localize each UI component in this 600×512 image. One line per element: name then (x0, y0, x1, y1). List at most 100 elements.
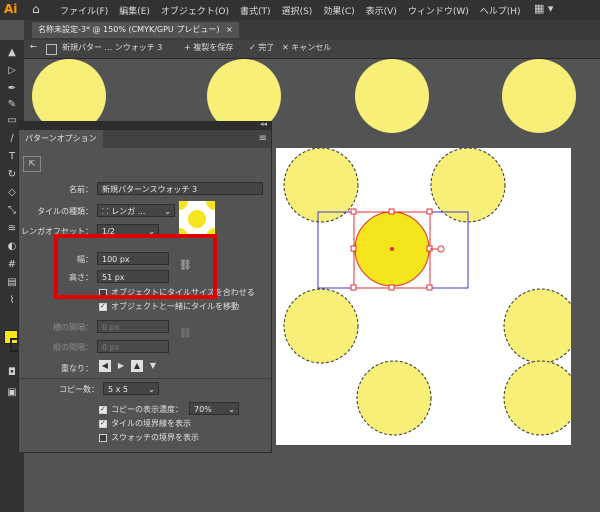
brush-tool-icon[interactable]: ∕ (5, 132, 19, 146)
pen-tool-icon[interactable]: ✒ (5, 82, 19, 96)
close-icon[interactable]: × (226, 25, 233, 34)
overlap-left-icon[interactable]: ◀ (99, 360, 111, 372)
chevron-down-icon: ⌄ (148, 385, 155, 394)
selection-tool-icon[interactable]: ▲ (5, 46, 19, 60)
resize-handle[interactable] (350, 208, 357, 215)
pattern-copy-circle (502, 59, 576, 133)
menu-edit[interactable]: 編集(E) (119, 4, 150, 17)
tab-pattern-options[interactable]: パターンオプション (19, 130, 103, 148)
pattern-copy-circle (283, 148, 359, 223)
chevron-down-icon: ⌄ (164, 207, 171, 216)
type-tool-icon[interactable]: T (5, 150, 19, 164)
menu-file[interactable]: ファイル(F) (60, 4, 108, 17)
copies-value: 5 x 5 (108, 385, 128, 394)
rotate-handle[interactable] (437, 245, 445, 253)
v-spacing-input[interactable]: 0 px (97, 340, 169, 353)
grid-icon[interactable]: ▦ ▾ (534, 2, 553, 15)
divider (19, 378, 271, 379)
pattern-edit-bar: ← 新規パター ... ンウォッチ 3 + 複製を保存 ✓ 完了 ✕ キャンセル (24, 40, 600, 59)
menu-bar: Ai ⌂ ファイル(F) 編集(E) オブジェクト(O) 書式(T) 選択(S)… (0, 0, 600, 20)
dim-copies-checkbox[interactable] (99, 405, 107, 414)
done-button[interactable]: ✓ 完了 (249, 42, 274, 53)
home-icon[interactable]: ⌂ (32, 2, 40, 16)
copies-select[interactable]: 5 x 5 ⌄ (103, 382, 159, 395)
annotation-highlight (54, 234, 217, 299)
rotate-tool-icon[interactable]: ↻ (5, 168, 19, 182)
move-tile-checkbox[interactable] (99, 302, 107, 311)
eyedropper-tool-icon[interactable]: ⌇ (5, 294, 19, 308)
width-tool-icon[interactable]: ≋ (5, 222, 19, 236)
resize-handle[interactable] (388, 208, 395, 215)
copies-label: コピー数： (59, 385, 99, 394)
pattern-copy-circle (503, 360, 571, 436)
overlap-bottom-icon[interactable]: ▼ (147, 360, 159, 372)
document-tab[interactable]: 名称未設定-3* @ 150% (CMYK/GPU プレビュー) × (32, 22, 239, 38)
dim-copies-value: 70% (194, 405, 212, 414)
menu-help[interactable]: ヘルプ(H) (480, 4, 521, 17)
pattern-copy-circle (355, 59, 429, 133)
menu-effect[interactable]: 効果(C) (323, 4, 354, 17)
panel-title: パターンオプション (25, 134, 97, 143)
scale-tool-icon[interactable]: ⤡ (5, 204, 19, 218)
menu-select[interactable]: 選択(S) (282, 4, 313, 17)
move-tile-label: オブジェクトと一緒にタイルを移動 (111, 302, 239, 311)
draw-mode-icon[interactable]: ◘ (5, 366, 19, 380)
show-swatch-bounds-checkbox[interactable] (99, 434, 107, 442)
pattern-swatch-icon (46, 44, 57, 55)
mesh-tool-icon[interactable]: # (5, 258, 19, 272)
menu-window[interactable]: ウィンドウ(W) (408, 4, 469, 17)
main-menu: ファイル(F) 編集(E) オブジェクト(O) 書式(T) 選択(S) 効果(C… (60, 4, 521, 17)
h-spacing-input[interactable]: 0 px (97, 320, 169, 333)
save-copy-button[interactable]: + 複製を保存 (184, 42, 233, 53)
overlap-label: 重なり： (61, 364, 93, 373)
cancel-button[interactable]: ✕ キャンセル (282, 42, 331, 53)
menu-view[interactable]: 表示(V) (366, 4, 397, 17)
rectangle-tool-icon[interactable]: ▭ (5, 114, 19, 128)
menu-type[interactable]: 書式(T) (240, 4, 271, 17)
pattern-copy-circle (283, 288, 359, 364)
eraser-tool-icon[interactable]: ◇ (5, 186, 19, 200)
resize-handle[interactable] (350, 284, 357, 291)
pattern-tile-area[interactable] (276, 148, 571, 445)
gradient-tool-icon[interactable]: ▤ (5, 276, 19, 290)
dim-copies-label: コピーの表示濃度： (111, 405, 183, 414)
name-label: 名前： (69, 185, 93, 194)
h-spacing-label: 横の間隔： (53, 323, 93, 332)
document-tab-bar: 名称未設定-3* @ 150% (CMYK/GPU プレビュー) × (24, 20, 600, 40)
show-swatch-bounds-label: スウォッチの境界を表示 (111, 433, 199, 442)
chevron-down-icon: ⌄ (228, 405, 235, 414)
overlap-right-icon[interactable]: ▶ (115, 360, 127, 372)
menu-object[interactable]: オブジェクト(O) (161, 4, 229, 17)
resize-handle[interactable] (426, 284, 433, 291)
screen-mode-icon[interactable]: ▣ (5, 386, 19, 400)
direct-selection-tool-icon[interactable]: ▷ (5, 64, 19, 78)
panel-menu-icon[interactable]: ≡ (259, 133, 267, 144)
v-spacing-label: 縦の間隔： (53, 343, 93, 352)
resize-handle[interactable] (426, 208, 433, 215)
collapse-icon[interactable]: ◂◂ (260, 120, 267, 128)
center-point (390, 247, 394, 251)
tile-type-select[interactable]: ⸬ レンガ ... ⌄ (97, 204, 175, 217)
app-logo: Ai (4, 2, 18, 16)
link-spacing-icon[interactable]: ⛓ (179, 328, 192, 339)
name-input[interactable]: 新規パターンスウォッチ 3 (97, 182, 263, 195)
shape-builder-tool-icon[interactable]: ◐ (5, 240, 19, 254)
panel-tab-row: パターンオプション ≡ (19, 130, 271, 148)
overlap-top-icon[interactable]: ▲ (131, 360, 143, 372)
tile-tool-icon[interactable]: ⇱ (23, 156, 41, 172)
tile-preview (179, 201, 215, 237)
panel-header[interactable]: ◂◂ (19, 120, 271, 130)
tile-type-label: タイルの種類： (37, 207, 93, 216)
show-tile-edge-checkbox[interactable] (99, 419, 107, 428)
curvature-tool-icon[interactable]: ✎ (5, 98, 19, 112)
overlap-buttons: ◀ ▶ ▲ ▼ (99, 360, 159, 372)
back-arrow-icon[interactable]: ← (30, 42, 37, 51)
pattern-copy-circle (356, 360, 432, 436)
document-tab-title: 名称未設定-3* @ 150% (CMYK/GPU プレビュー) (38, 25, 220, 34)
pattern-name-label: 新規パター ... ンウォッチ 3 (62, 43, 163, 52)
resize-handle[interactable] (350, 245, 357, 252)
dim-copies-select[interactable]: 70% ⌄ (189, 402, 239, 415)
brick-tile-icon: ⸬ (102, 207, 112, 216)
resize-handle[interactable] (388, 284, 395, 291)
tile-type-value: レンガ ... (111, 207, 146, 216)
